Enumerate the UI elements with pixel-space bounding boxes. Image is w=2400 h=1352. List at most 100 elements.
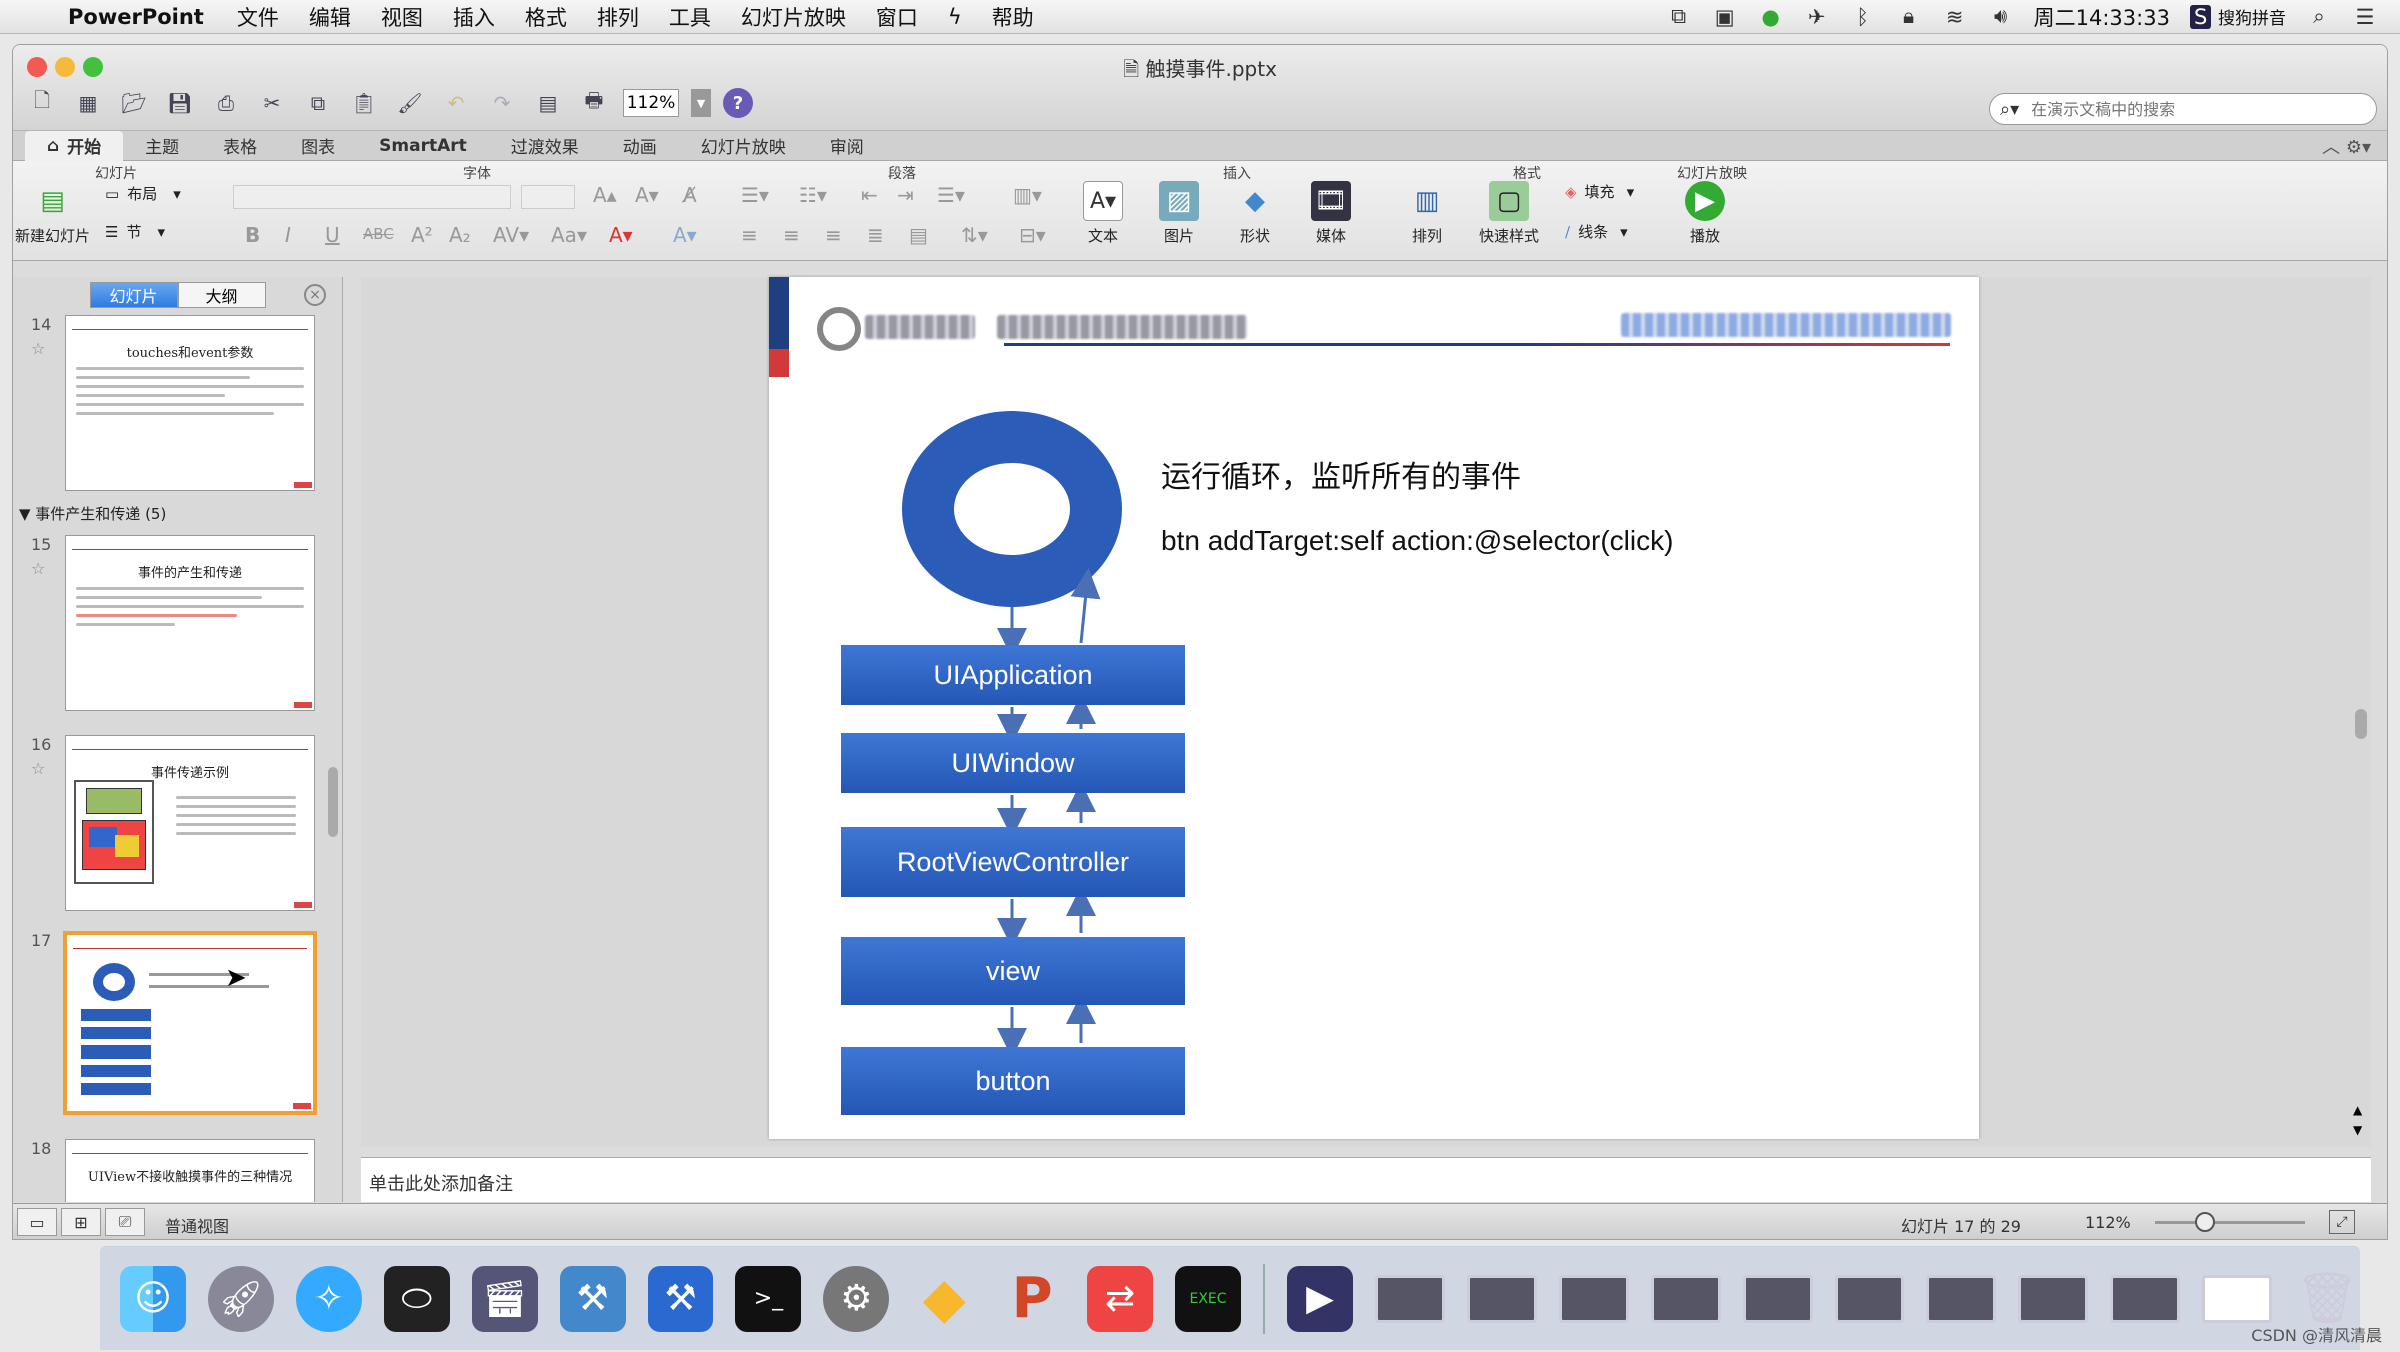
notification-list-icon[interactable]: ☰: [2352, 5, 2378, 29]
clock[interactable]: 周二14:33:33: [2034, 2, 2170, 32]
minimized-window[interactable]: [1650, 1274, 1721, 1323]
normal-view-icon[interactable]: ▭: [17, 1208, 57, 1236]
slide-thumbnail-18[interactable]: UIView不接收触摸事件的三种情况: [65, 1139, 315, 1202]
notes-pane[interactable]: 单击此处添加备注: [361, 1157, 2371, 1202]
menu-insert[interactable]: 插入: [438, 2, 510, 32]
script-menu-icon[interactable]: ϟ: [933, 5, 977, 29]
tab-transitions[interactable]: 过渡效果: [489, 131, 601, 161]
close-pane-icon[interactable]: ×: [304, 284, 326, 306]
scroll-knob[interactable]: [2355, 709, 2367, 739]
save-icon[interactable]: 💾︎: [163, 87, 197, 119]
tab-slideshow[interactable]: 幻灯片放映: [679, 131, 808, 161]
sync-icon[interactable]: ●: [1758, 5, 1784, 29]
bluetooth-icon[interactable]: ᛒ: [1850, 5, 1876, 29]
line-spacing-icon[interactable]: ☰▾: [937, 183, 965, 207]
input-method[interactable]: S 搜狗拼音: [2189, 4, 2286, 29]
format-painter-icon[interactable]: 🖌︎: [393, 87, 427, 119]
search-box[interactable]: ⌕▾: [1989, 93, 2377, 125]
ribbon-settings-icon[interactable]: ⚙▾: [2346, 137, 2371, 158]
tab-themes[interactable]: 主题: [123, 131, 201, 161]
print-icon[interactable]: ⎙: [209, 87, 243, 119]
menu-slideshow[interactable]: 幻灯片放映: [726, 2, 861, 32]
current-slide[interactable]: UIApplication UIWindow RootViewControlle…: [769, 277, 1979, 1139]
tab-review[interactable]: 审阅: [808, 131, 886, 161]
slide-sorter-icon[interactable]: ⊞: [61, 1208, 101, 1236]
copy-icon[interactable]: ⧉: [301, 87, 335, 119]
open-icon[interactable]: 📂︎: [117, 87, 151, 119]
launchpad-icon[interactable]: 🚀︎: [207, 1265, 274, 1332]
wifi-icon[interactable]: ≋: [1942, 5, 1968, 29]
uiapplication-box[interactable]: UIApplication: [841, 645, 1185, 705]
redo-icon[interactable]: ↷: [485, 87, 519, 119]
slide-thumbnail-15[interactable]: 事件的产生和传递: [65, 535, 315, 711]
uiwindow-box[interactable]: UIWindow: [841, 733, 1185, 793]
arrange-button[interactable]: ▥ 排列: [1407, 181, 1447, 246]
zoom-slider-knob[interactable]: [2195, 1212, 2215, 1232]
text-effects-icon[interactable]: A▾: [673, 223, 697, 247]
tab-slides-view[interactable]: 幻灯片: [89, 282, 178, 308]
menu-tools[interactable]: 工具: [654, 2, 726, 32]
mouse-app-icon[interactable]: ⬭: [383, 1265, 450, 1332]
minimized-window[interactable]: [2018, 1274, 2089, 1323]
numbering-icon[interactable]: ☷▾: [799, 183, 827, 207]
safari-icon[interactable]: ✧: [295, 1265, 362, 1332]
menu-help[interactable]: 帮助: [977, 2, 1049, 32]
font-name-field[interactable]: [233, 185, 511, 209]
menu-file[interactable]: 文件: [222, 2, 294, 32]
console-icon[interactable]: EXEC: [1175, 1265, 1241, 1332]
slide-thumbnail-14[interactable]: touches和event参数: [65, 315, 315, 491]
powerpoint-icon[interactable]: P: [999, 1266, 1065, 1332]
minimized-window[interactable]: [1374, 1274, 1445, 1323]
button-box[interactable]: button: [841, 1047, 1185, 1115]
slide-thumbnail-17[interactable]: ➤: [63, 931, 317, 1115]
fill-button[interactable]: ◈ 填充 ▾: [1565, 181, 1634, 202]
search-input[interactable]: [2031, 99, 2332, 119]
sketch-icon[interactable]: ◆: [911, 1266, 977, 1332]
superscript-icon[interactable]: A²: [411, 223, 433, 247]
spotlight-icon[interactable]: ⌕: [2306, 4, 2332, 29]
camera-icon[interactable]: ▣: [1712, 5, 1738, 29]
editor-scrollbar[interactable]: ▲ ▼: [2353, 277, 2369, 1147]
insert-shape-button[interactable]: ◆ 形状: [1235, 181, 1275, 246]
align-text-icon[interactable]: ⊟▾: [1019, 223, 1046, 247]
paste-icon[interactable]: 📋︎: [347, 87, 381, 119]
menu-edit[interactable]: 编辑: [294, 2, 366, 32]
strikethrough-icon[interactable]: ABC: [363, 225, 394, 243]
insert-picture-button[interactable]: ▨ 图片: [1159, 181, 1199, 246]
new-slide-button[interactable]: ▤ 新建幻灯片: [15, 181, 90, 246]
prev-slide-icon[interactable]: ▲: [2353, 1103, 2362, 1117]
menu-window[interactable]: 窗口: [861, 2, 933, 32]
insert-media-button[interactable]: 🎞︎ 媒体: [1311, 181, 1351, 246]
underline-icon[interactable]: U: [325, 223, 340, 247]
font-color-icon[interactable]: A▾: [609, 223, 633, 247]
rootviewcontroller-box[interactable]: RootViewController: [841, 827, 1185, 897]
bullets-icon[interactable]: ☰▾: [741, 183, 769, 207]
minimized-window[interactable]: [2202, 1274, 2273, 1323]
search-icon[interactable]: ⌕▾: [2000, 99, 2019, 120]
bold-icon[interactable]: B: [245, 223, 260, 247]
zoom-slider[interactable]: [2155, 1221, 2305, 1224]
tab-animations[interactable]: 动画: [601, 131, 679, 161]
instruments-icon[interactable]: ⚒: [647, 1265, 714, 1332]
align-right-icon[interactable]: ≡: [825, 223, 842, 247]
clear-format-icon[interactable]: A̸: [683, 183, 697, 207]
menu-arrange[interactable]: 排列: [582, 2, 654, 32]
xcode-icon[interactable]: ⚒: [559, 1265, 626, 1332]
line-button[interactable]: ∕ 线条 ▾: [1565, 221, 1628, 242]
system-preferences-icon[interactable]: ⚙: [823, 1265, 890, 1332]
help-icon[interactable]: ?: [723, 88, 753, 118]
insert-text-button[interactable]: A▾ 文本: [1083, 181, 1123, 246]
screen-sharing-icon[interactable]: ⇄: [1087, 1265, 1154, 1332]
minimized-window[interactable]: [2110, 1274, 2181, 1323]
char-spacing-icon[interactable]: AV▾: [493, 223, 529, 247]
quick-styles-button[interactable]: ▢ 快速样式: [1479, 181, 1539, 246]
run-loop-caption[interactable]: 运行循环，监听所有的事件: [1161, 452, 1521, 496]
text-direction-icon[interactable]: ⇅▾: [961, 223, 988, 247]
volume-icon[interactable]: 🔊︎: [1988, 4, 2014, 29]
plane-icon[interactable]: ✈: [1804, 5, 1830, 29]
menu-view[interactable]: 视图: [366, 2, 438, 32]
media-player-icon[interactable]: 🎬︎: [471, 1265, 538, 1332]
collapse-ribbon-icon[interactable]: ︿: [2322, 137, 2340, 158]
tab-tables[interactable]: 表格: [201, 131, 279, 161]
print-preview-icon[interactable]: 🖶︎: [577, 87, 611, 119]
